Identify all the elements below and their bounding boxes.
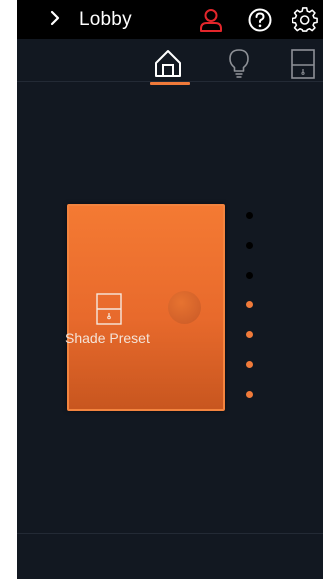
gear-icon[interactable] — [292, 7, 318, 33]
tab-shades[interactable] — [287, 44, 321, 80]
bottom-divider — [17, 533, 323, 534]
page-dot[interactable] — [246, 212, 253, 219]
user-icon[interactable] — [198, 7, 224, 33]
page-dot[interactable] — [246, 301, 253, 309]
page-dot[interactable] — [246, 331, 253, 339]
page-dot[interactable] — [246, 241, 253, 249]
tab-lighting[interactable] — [222, 44, 256, 80]
page-dot[interactable] — [246, 271, 253, 279]
help-circle-icon[interactable] — [247, 7, 273, 33]
lightbulb-icon — [229, 49, 249, 78]
tab-bar — [17, 39, 323, 85]
tab-home[interactable] — [148, 44, 190, 85]
page-dot[interactable] — [246, 361, 253, 368]
room-title: Lobby — [79, 9, 132, 30]
top-bar: Lobby — [17, 0, 323, 39]
home-icon — [155, 50, 181, 77]
chevron-right-icon[interactable] — [45, 8, 65, 28]
preset-knob[interactable] — [168, 291, 201, 324]
app-screen: Lobby Shade Preset — [17, 0, 323, 579]
shade-preset-card[interactable]: Shade Preset — [65, 204, 225, 411]
page-dot[interactable] — [246, 390, 253, 398]
preset-label: Shade Preset — [65, 330, 150, 346]
page-indicator — [246, 212, 256, 402]
shade-icon — [96, 293, 122, 325]
active-tab-indicator — [150, 82, 190, 85]
shade-icon — [291, 49, 315, 79]
